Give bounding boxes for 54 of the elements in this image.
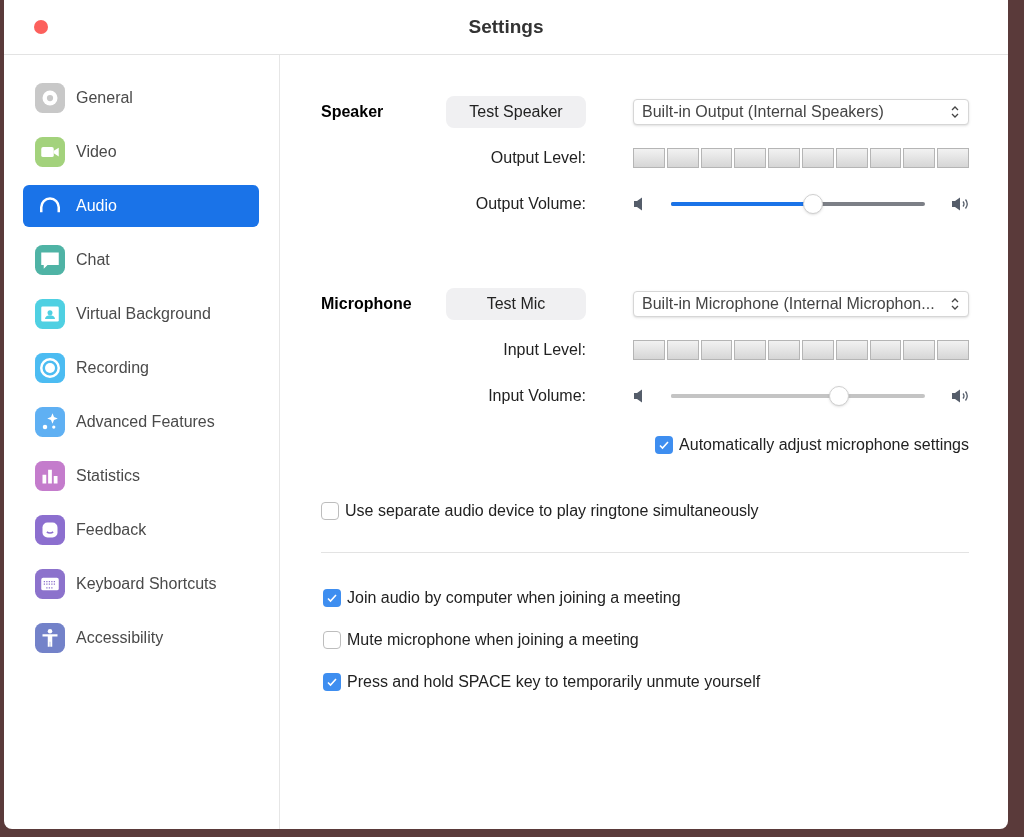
checkbox-label: Automatically adjust microphone settings — [679, 435, 969, 455]
checkbox[interactable] — [321, 502, 339, 520]
sidebar-item[interactable]: Advanced Features — [23, 401, 259, 443]
field-label: Output Level: — [489, 148, 586, 168]
sidebar-item-icon — [35, 515, 65, 545]
chevron-updown-icon — [950, 297, 960, 311]
section-label: Speaker — [321, 102, 385, 122]
test-button[interactable]: Test Speaker — [446, 96, 586, 128]
sidebar-item-icon — [35, 137, 65, 167]
checkbox-label: Press and hold SPACE key to temporarily unmute yourself — [347, 672, 761, 692]
close-button[interactable] — [34, 20, 48, 34]
sidebar-item[interactable]: Video — [23, 131, 259, 173]
sidebar-item-icon — [35, 245, 65, 275]
section-label: Microphone — [321, 294, 413, 314]
sidebar-item[interactable]: Feedback — [23, 509, 259, 551]
checkbox-label: Use separate audio device to play ringtone simultaneously — [345, 501, 759, 521]
slider-thumb[interactable] — [803, 194, 824, 214]
volume-low-icon — [633, 197, 645, 211]
sidebar-item[interactable]: Chat — [23, 239, 259, 281]
sidebar-item[interactable]: General — [23, 77, 259, 119]
test-button[interactable]: Test Mic — [446, 288, 586, 320]
sidebar-item[interactable]: Accessibility — [23, 617, 259, 659]
checkmark-icon — [658, 439, 671, 451]
sidebar-item[interactable]: Virtual Background — [23, 293, 259, 335]
device-select[interactable]: Built-in Output (Internal Speakers) — [633, 99, 969, 125]
sidebar-item-icon — [35, 353, 65, 383]
field-label: Output Volume: — [474, 194, 586, 214]
checkmark-icon — [326, 676, 338, 688]
chevron-updown-icon — [950, 105, 960, 119]
checkbox[interactable] — [323, 673, 341, 691]
sidebar-item-icon — [35, 623, 65, 653]
window-title: Settings — [468, 14, 544, 39]
sidebar-item[interactable]: Statistics — [23, 455, 259, 497]
sidebar-item-icon — [35, 83, 65, 113]
device-select[interactable]: Built-in Microphone (Internal Microphon... — [633, 291, 969, 317]
checkbox[interactable] — [655, 436, 674, 454]
checkbox-label: Join audio by computer when joining a meeting — [347, 588, 681, 608]
sidebar-item[interactable]: Recording — [23, 347, 259, 389]
volume-high-icon — [951, 389, 969, 403]
slider-thumb[interactable] — [828, 386, 849, 406]
volume-low-icon — [633, 389, 645, 403]
sidebar-item[interactable]: Keyboard Shortcuts — [23, 563, 259, 605]
sidebar-item-icon — [35, 569, 65, 599]
volume-high-icon — [951, 197, 969, 211]
checkbox[interactable] — [323, 589, 341, 607]
checkmark-icon — [326, 592, 338, 604]
sidebar-item[interactable]: Audio — [23, 185, 259, 227]
field-label: Input Volume: — [487, 386, 586, 406]
checkbox-label: Mute microphone when joining a meeting — [347, 630, 639, 650]
sidebar-item-icon — [35, 407, 65, 437]
sidebar-item-icon — [35, 299, 65, 329]
checkbox[interactable] — [323, 631, 341, 649]
field-label: Input Level: — [502, 340, 586, 360]
sidebar-item-icon — [35, 461, 65, 491]
